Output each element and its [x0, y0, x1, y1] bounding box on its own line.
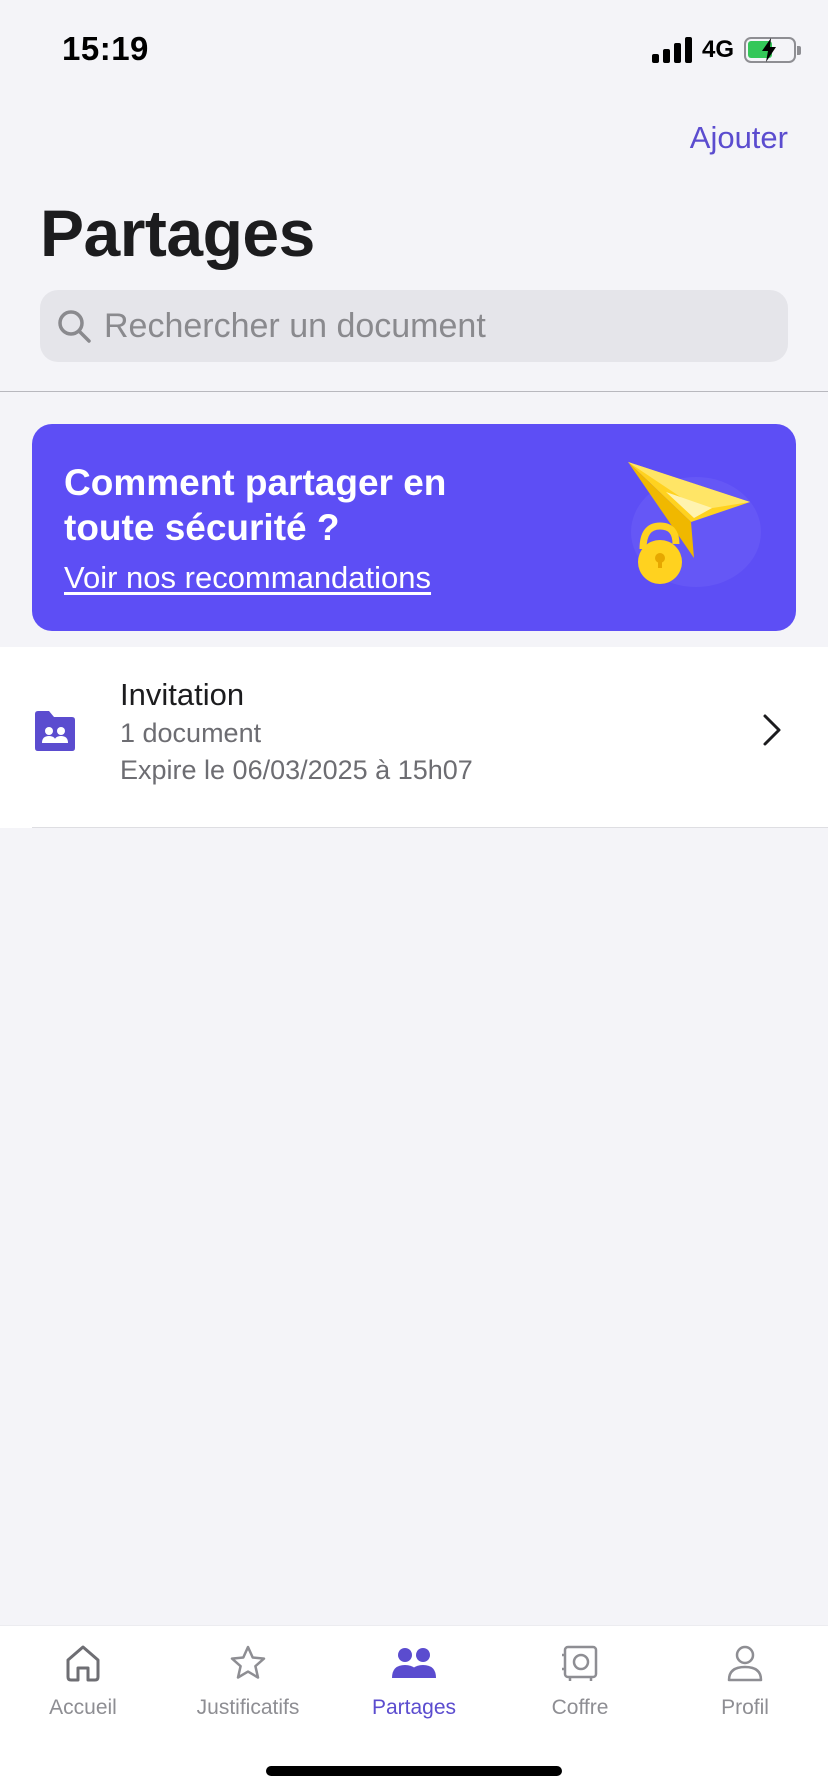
- security-tips-banner[interactable]: Comment partager en toute sécurité ? Voi…: [32, 424, 796, 631]
- signal-icon: [651, 37, 692, 63]
- shared-folder-icon: [32, 709, 78, 758]
- tab-label: Accueil: [49, 1696, 117, 1719]
- add-button[interactable]: Ajouter: [690, 120, 788, 156]
- chevron-right-icon: [760, 713, 784, 752]
- tab-label: Justificatifs: [196, 1696, 300, 1719]
- safe-icon: [560, 1640, 600, 1686]
- share-title: Invitation: [120, 677, 245, 712]
- share-document-count: 1 document: [120, 718, 262, 748]
- tab-accueil[interactable]: Accueil: [0, 1640, 166, 1740]
- banner-title: Comment partager en toute sécurité ?: [64, 462, 447, 548]
- star-icon: [228, 1640, 268, 1686]
- header-divider: [0, 391, 828, 392]
- person-icon: [726, 1640, 764, 1686]
- list-item[interactable]: Invitation 1 document Expire le 06/03/20…: [0, 647, 828, 828]
- search-bar[interactable]: [40, 290, 788, 362]
- house-icon: [64, 1640, 102, 1686]
- status-time: 15:19: [62, 30, 149, 67]
- tab-label: Coffre: [551, 1696, 609, 1719]
- tab-justificatifs[interactable]: Justificatifs: [165, 1640, 331, 1740]
- status-indicators: 4G: [651, 36, 801, 64]
- home-indicator[interactable]: [266, 1766, 562, 1776]
- network-type: 4G: [701, 36, 734, 63]
- tab-coffre[interactable]: Coffre: [497, 1640, 663, 1740]
- tab-label: Partages: [371, 1696, 457, 1719]
- row-divider: [32, 827, 828, 828]
- search-icon: [54, 306, 94, 346]
- people-icon: [391, 1640, 437, 1686]
- tab-profil[interactable]: Profil: [662, 1640, 828, 1740]
- paper-plane-lock-icon: [616, 452, 766, 607]
- page-title: Partages: [40, 196, 315, 270]
- share-expiry: Expire le 06/03/2025 à 15h07: [120, 755, 473, 785]
- battery-icon: [744, 37, 801, 63]
- tab-label: Profil: [721, 1696, 769, 1719]
- status-bar: 15:19 4G: [0, 0, 828, 100]
- tab-partages[interactable]: Partages: [331, 1640, 497, 1740]
- search-input[interactable]: [104, 306, 754, 346]
- recommendations-link[interactable]: Voir nos recommandations: [64, 560, 431, 596]
